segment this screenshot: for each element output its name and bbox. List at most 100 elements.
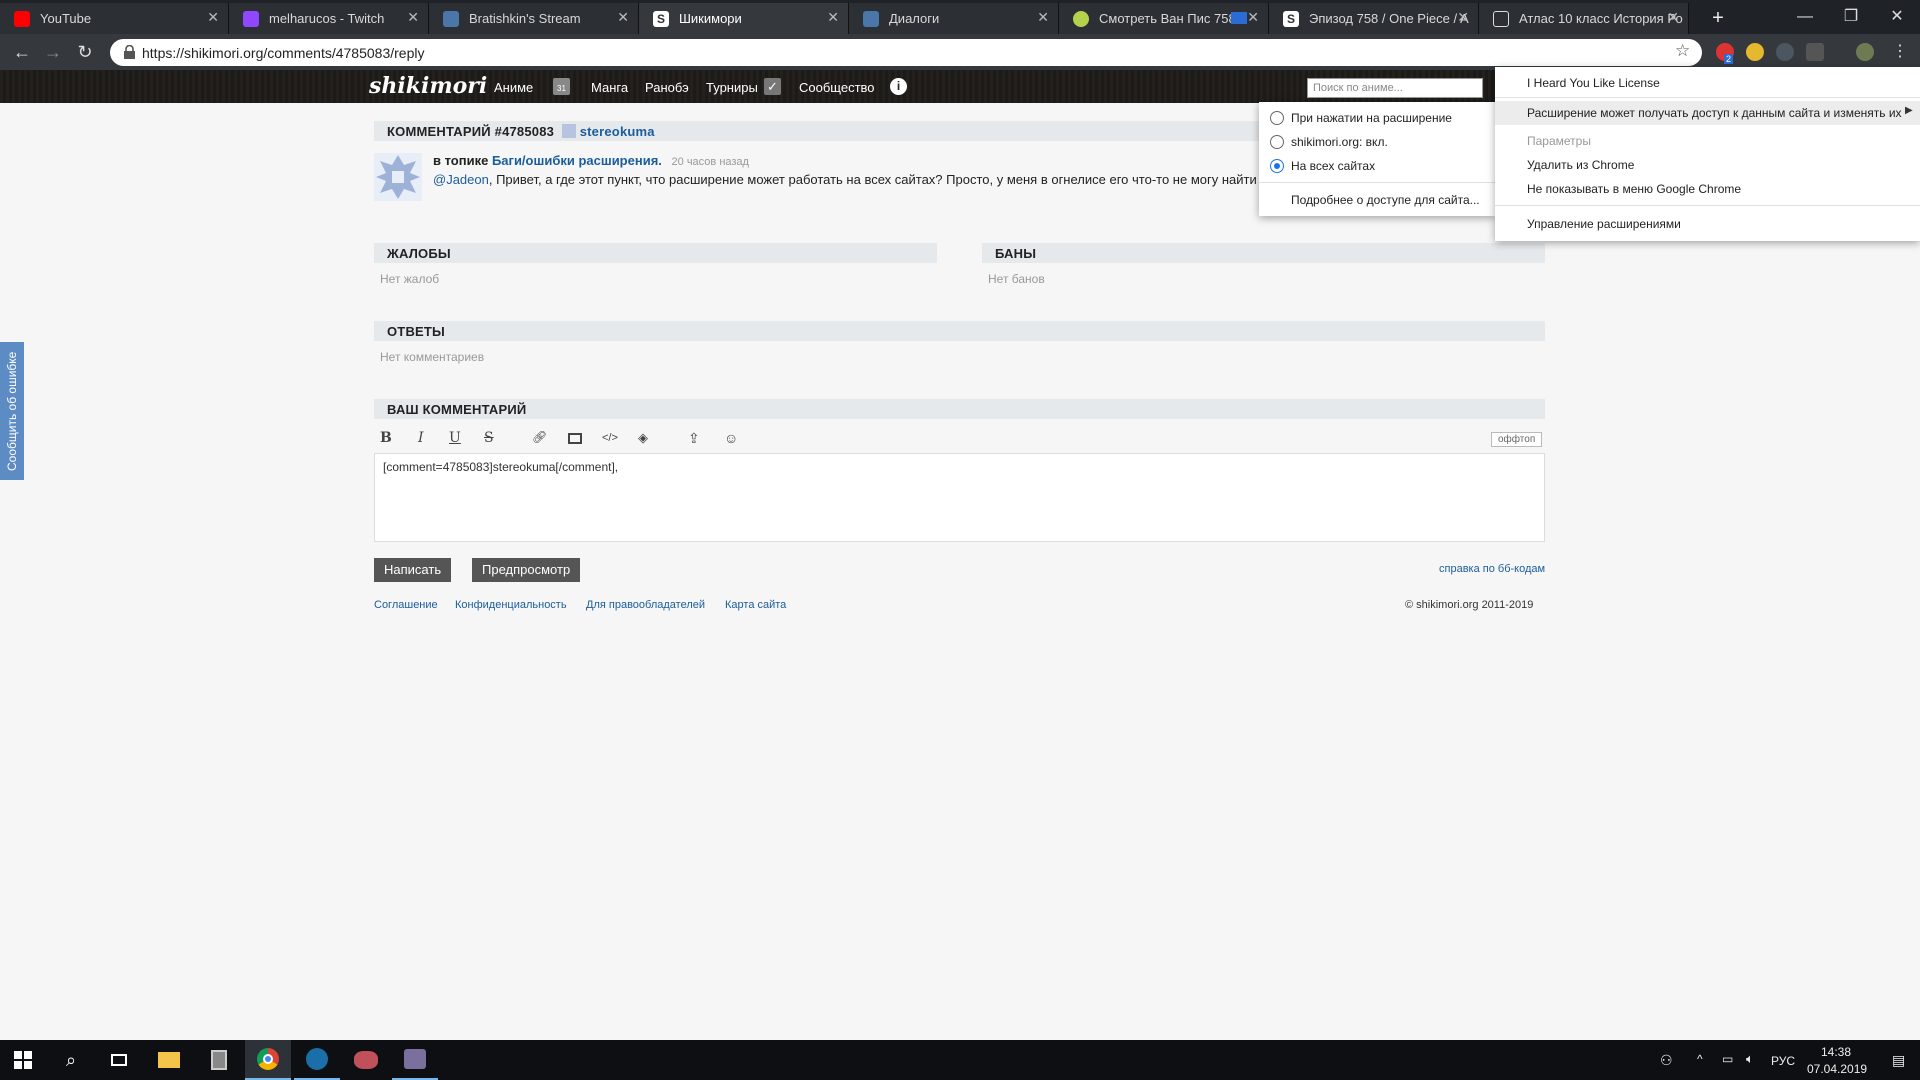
radio-all-sites[interactable] bbox=[1270, 159, 1284, 173]
extension-yellow-icon[interactable] bbox=[1746, 43, 1764, 61]
close-icon[interactable]: ✕ bbox=[1457, 9, 1469, 26]
nav-tournaments[interactable]: Турниры bbox=[706, 80, 758, 95]
code-icon[interactable]: </> bbox=[602, 432, 618, 444]
close-icon[interactable]: ✕ bbox=[1037, 9, 1049, 26]
submit-button[interactable]: Написать bbox=[374, 558, 452, 582]
tab-shikimori[interactable]: S Шикимори ✕ bbox=[639, 3, 849, 34]
volume-icon[interactable]: 🔈︎ bbox=[1746, 1051, 1754, 1067]
task-view-icon[interactable] bbox=[96, 1040, 142, 1080]
topic-link[interactable]: Баги/ошибки расширения. bbox=[492, 153, 662, 168]
menu-manage-extensions[interactable]: Управление расширениями bbox=[1527, 217, 1681, 231]
clock-time[interactable]: 14:38 bbox=[1821, 1045, 1851, 1059]
nav-ranobe[interactable]: Ранобэ bbox=[645, 80, 689, 95]
menu-extension-name[interactable]: I Heard You Like License bbox=[1527, 76, 1660, 90]
extension-gray-icon[interactable] bbox=[1776, 43, 1794, 61]
menu-remove[interactable]: Удалить из Chrome bbox=[1527, 158, 1634, 172]
extension-badge: 2 bbox=[1724, 54, 1734, 64]
language-indicator[interactable]: РУС bbox=[1771, 1054, 1795, 1068]
bans-empty: Нет банов bbox=[988, 272, 1045, 286]
close-icon[interactable]: ✕ bbox=[1667, 9, 1679, 26]
close-icon[interactable]: ✕ bbox=[207, 9, 219, 26]
bookmark-star-icon[interactable]: ☆ bbox=[1675, 41, 1690, 61]
messages-app-icon[interactable] bbox=[392, 1040, 438, 1080]
network-icon[interactable]: ▭ bbox=[1722, 1052, 1733, 1066]
chrome-icon[interactable] bbox=[245, 1040, 291, 1080]
window-close-button[interactable]: ✕ bbox=[1874, 2, 1920, 32]
menu-site-access-item[interactable]: Расширение может получать доступ к данны… bbox=[1495, 101, 1920, 125]
close-icon[interactable]: ✕ bbox=[617, 9, 629, 26]
taskbar: ⌕ ⚇ ^ ▭ 🔈︎ РУС 14:38 07.04.2019 ▤ bbox=[0, 1040, 1920, 1080]
underline-icon[interactable]: U bbox=[449, 430, 461, 446]
tray-chevron-icon[interactable]: ^ bbox=[1697, 1052, 1703, 1066]
search-icon[interactable]: ⌕ bbox=[48, 1040, 94, 1080]
nav-anime[interactable]: Аниме bbox=[494, 80, 533, 95]
spoiler-icon[interactable]: ◈ bbox=[638, 430, 648, 446]
link-icon[interactable]: 🔗︎ bbox=[532, 430, 547, 444]
game-app-icon[interactable] bbox=[343, 1040, 389, 1080]
more-menu-icon[interactable]: ⋮ bbox=[1892, 41, 1908, 61]
windows-start-icon[interactable] bbox=[0, 1040, 46, 1080]
radio-on-click[interactable] bbox=[1270, 111, 1284, 125]
option-all-sites-label[interactable]: На всех сайтах bbox=[1291, 159, 1375, 173]
mention-link[interactable]: @Jadeon bbox=[433, 172, 489, 187]
checkmark-icon[interactable]: ✓ bbox=[764, 78, 781, 95]
nav-community[interactable]: Сообщество bbox=[799, 80, 875, 95]
restore-button[interactable]: ❐ bbox=[1828, 2, 1874, 32]
minimize-button[interactable]: — bbox=[1782, 2, 1828, 32]
steam-icon[interactable] bbox=[294, 1040, 340, 1080]
footer-copyright-holders-link[interactable]: Для правообладателей bbox=[586, 599, 705, 611]
smiley-icon[interactable]: ☺ bbox=[724, 430, 738, 446]
radio-this-site[interactable] bbox=[1270, 135, 1284, 149]
tab-atlas[interactable]: Атлас 10 класс История Ро ✕ bbox=[1479, 3, 1689, 34]
close-icon[interactable]: ✕ bbox=[827, 9, 839, 26]
people-icon[interactable]: ⚇ bbox=[1660, 1052, 1673, 1069]
info-icon[interactable]: i bbox=[890, 78, 907, 95]
tab-title: Атлас 10 класс История Ро bbox=[1519, 11, 1683, 26]
extension-shikimori-icon[interactable] bbox=[1806, 43, 1824, 61]
nav-manga[interactable]: Манга bbox=[591, 80, 628, 95]
image-icon[interactable] bbox=[568, 433, 582, 444]
italic-icon[interactable]: I bbox=[418, 430, 424, 446]
calculator-icon[interactable] bbox=[196, 1040, 242, 1080]
tab-vk-stream[interactable]: Bratishkin's Stream ✕ bbox=[429, 3, 639, 34]
search-input[interactable]: Поиск по аниме... bbox=[1307, 78, 1483, 98]
option-on-click-label[interactable]: При нажатии на расширение bbox=[1291, 111, 1452, 125]
site-access-more-link[interactable]: Подробнее о доступе для сайта... bbox=[1291, 193, 1480, 207]
reload-button[interactable]: ↻ bbox=[71, 38, 99, 66]
divider bbox=[1495, 97, 1920, 98]
calendar-icon[interactable]: 31 bbox=[553, 78, 570, 95]
close-icon[interactable]: ✕ bbox=[407, 9, 419, 26]
tab-twitch[interactable]: melharucos - Twitch ✕ bbox=[229, 3, 429, 34]
forward-button[interactable]: → bbox=[39, 38, 67, 66]
site-logo[interactable]: shikimori bbox=[369, 73, 487, 99]
notifications-icon[interactable]: ▤ bbox=[1892, 1052, 1905, 1069]
offtopic-toggle[interactable]: оффтоп bbox=[1491, 432, 1543, 447]
footer-sitemap-link[interactable]: Карта сайта bbox=[725, 599, 786, 611]
profile-avatar[interactable] bbox=[1856, 43, 1874, 61]
tab-one-piece-watch[interactable]: Смотреть Ван Пис 758 ✕ bbox=[1059, 3, 1269, 34]
tab-dialogs[interactable]: Диалоги ✕ bbox=[849, 3, 1059, 34]
new-tab-button[interactable]: + bbox=[1703, 3, 1733, 33]
clock-date[interactable]: 07.04.2019 bbox=[1807, 1062, 1867, 1076]
tab-one-piece-episode[interactable]: S Эпизод 758 / One Piece / A ✕ bbox=[1269, 3, 1479, 34]
menu-options[interactable]: Параметры bbox=[1527, 134, 1591, 148]
vk-messages-icon bbox=[863, 11, 879, 27]
footer-agreement-link[interactable]: Соглашение bbox=[374, 599, 438, 611]
comment-author-link[interactable]: stereokuma bbox=[580, 124, 655, 139]
bold-icon[interactable]: B bbox=[380, 430, 392, 446]
close-icon[interactable]: ✕ bbox=[1247, 9, 1259, 26]
strikethrough-icon[interactable]: S bbox=[484, 430, 494, 446]
address-bar[interactable]: https://shikimori.org/comments/4785083/r… bbox=[110, 39, 1702, 66]
tab-youtube[interactable]: YouTube ✕ bbox=[0, 3, 229, 34]
preview-button[interactable]: Предпросмотр bbox=[472, 558, 581, 582]
back-button[interactable]: ← bbox=[8, 38, 36, 66]
option-this-site-label[interactable]: shikimori.org: вкл. bbox=[1291, 135, 1388, 149]
comment-textarea[interactable]: [comment=4785083]stereokuma[/comment], bbox=[374, 453, 1545, 542]
upload-icon[interactable]: ⇪ bbox=[688, 430, 700, 447]
bbcode-help-link[interactable]: справка по бб-кодам bbox=[1439, 563, 1545, 575]
file-explorer-icon[interactable] bbox=[146, 1040, 192, 1080]
footer-privacy-link[interactable]: Конфиденциальность bbox=[455, 599, 567, 611]
avatar[interactable] bbox=[374, 153, 422, 201]
feedback-tab[interactable]: Сообщить об ошибке bbox=[0, 342, 24, 480]
menu-hide[interactable]: Не показывать в меню Google Chrome bbox=[1527, 182, 1741, 196]
